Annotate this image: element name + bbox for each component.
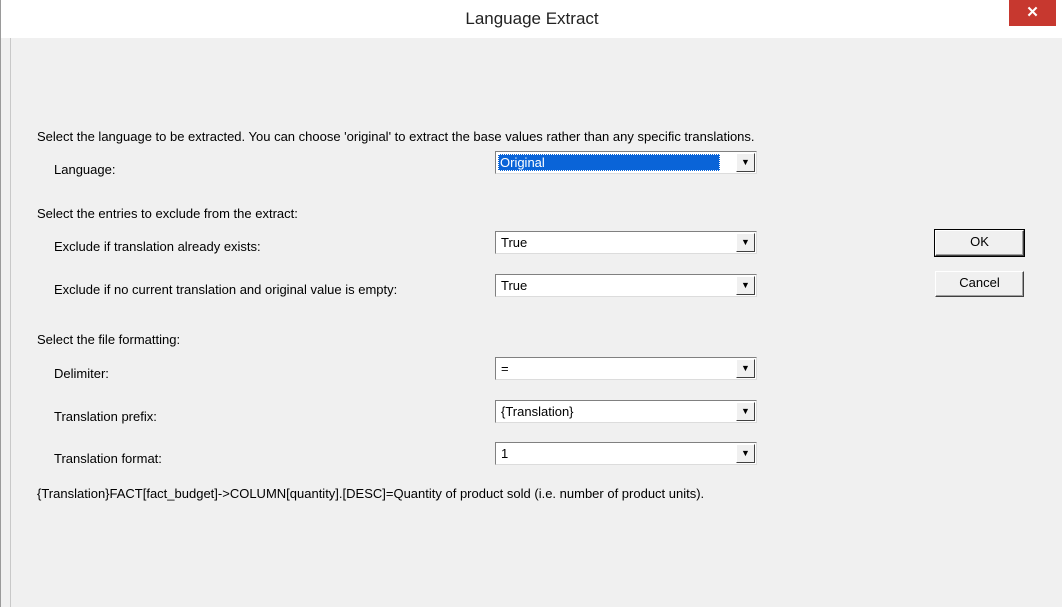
exclude-empty-value: True [501, 278, 528, 293]
language-value: Original [498, 154, 720, 171]
ok-button[interactable]: OK [934, 229, 1025, 257]
format-value: 1 [501, 446, 509, 461]
language-extract-dialog: Language Extract ✕ Select the language t… [0, 0, 1062, 607]
chevron-down-icon[interactable]: ▼ [736, 233, 755, 252]
prefix-value: {Translation} [501, 404, 574, 419]
format-dropdown[interactable]: 1 ▼ [495, 442, 757, 465]
language-label: Language: [54, 162, 116, 177]
title-bar: Language Extract ✕ [1, 0, 1062, 38]
prefix-label: Translation prefix: [54, 409, 157, 424]
format-example-text: {Translation}FACT[fact_budget]->COLUMN[q… [37, 486, 705, 501]
chevron-down-icon[interactable]: ▼ [736, 402, 755, 421]
exclude-existing-label: Exclude if translation already exists: [54, 239, 261, 254]
prefix-dropdown[interactable]: {Translation} ▼ [495, 400, 757, 423]
exclude-heading: Select the entries to exclude from the e… [37, 206, 298, 221]
chevron-down-icon[interactable]: ▼ [736, 444, 755, 463]
format-label: Translation format: [54, 451, 162, 466]
cancel-button[interactable]: Cancel [935, 271, 1024, 297]
chevron-down-icon[interactable]: ▼ [736, 153, 755, 172]
format-heading: Select the file formatting: [37, 332, 181, 347]
intro-text: Select the language to be extracted. You… [37, 129, 755, 144]
dialog-body: Select the language to be extracted. You… [10, 38, 1062, 607]
delimiter-value: = [501, 361, 509, 376]
exclude-empty-label: Exclude if no current translation and or… [54, 282, 398, 297]
delimiter-dropdown[interactable]: = ▼ [495, 357, 757, 380]
language-dropdown[interactable]: Original ▼ [495, 151, 757, 174]
delimiter-label: Delimiter: [54, 366, 109, 381]
exclude-existing-value: True [501, 235, 528, 250]
chevron-down-icon[interactable]: ▼ [736, 359, 755, 378]
close-icon: ✕ [1026, 4, 1039, 21]
chevron-down-icon[interactable]: ▼ [736, 276, 755, 295]
dialog-title: Language Extract [465, 9, 599, 28]
close-button[interactable]: ✕ [1009, 0, 1056, 26]
exclude-existing-dropdown[interactable]: True ▼ [495, 231, 757, 254]
exclude-empty-dropdown[interactable]: True ▼ [495, 274, 757, 297]
